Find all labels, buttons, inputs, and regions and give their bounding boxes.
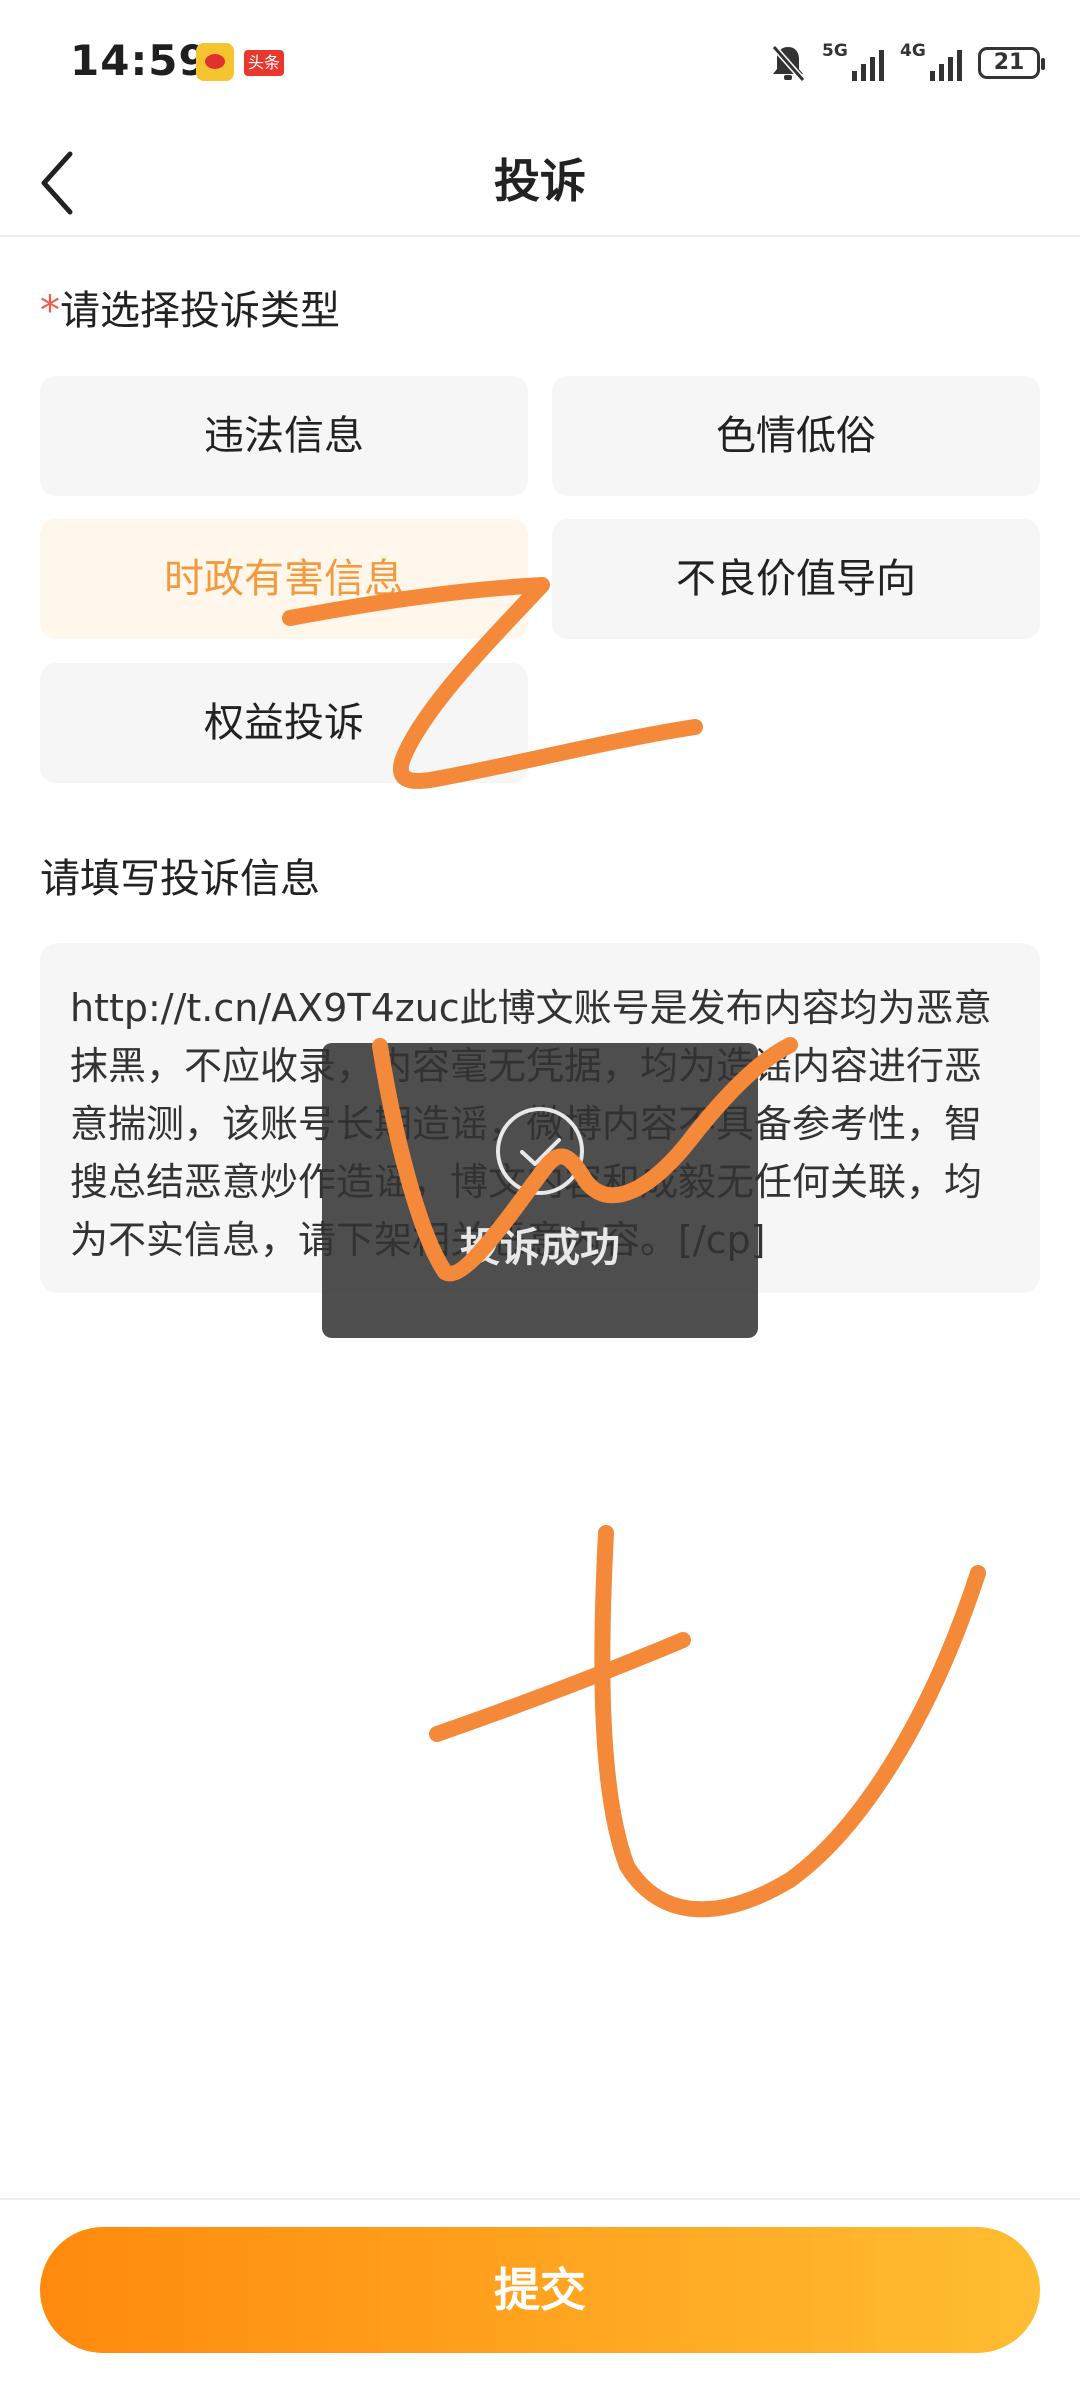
doodle-t-hook bbox=[594, 1525, 986, 1918]
status-bar: 14:59 头条 5G 4G 21 bbox=[0, 0, 1080, 125]
type-option-rights[interactable]: 权益投诉 bbox=[40, 663, 528, 783]
toutiao-app-icon: 头条 bbox=[244, 50, 284, 76]
status-time: 14:59 bbox=[70, 36, 209, 85]
weibo-app-icon bbox=[196, 43, 234, 81]
nav-bar: 投诉 bbox=[0, 125, 1080, 237]
toast-text: 投诉成功 bbox=[460, 1225, 620, 1271]
battery-icon: 21 bbox=[978, 47, 1045, 79]
complaint-type-title: *请选择投诉类型 bbox=[40, 278, 340, 336]
page-title: 投诉 bbox=[494, 154, 586, 208]
bell-off-icon bbox=[770, 43, 806, 83]
type-option-political-harmful[interactable]: 时政有害信息 bbox=[40, 519, 528, 639]
complaint-type-label: 请选择投诉类型 bbox=[60, 288, 340, 334]
bottom-divider bbox=[0, 2198, 1080, 2200]
doodle-t-cross bbox=[429, 1632, 691, 1742]
signal-4g-icon: 4G bbox=[900, 41, 962, 81]
complaint-info-title: 请填写投诉信息 bbox=[40, 856, 320, 902]
signal-5g-icon: 5G bbox=[822, 41, 884, 81]
type-option-bad-values[interactable]: 不良价值导向 bbox=[552, 519, 1040, 639]
network-4g-label: 4G bbox=[900, 41, 926, 61]
required-mark: * bbox=[40, 288, 60, 334]
status-indicators: 5G 4G 21 bbox=[770, 38, 1045, 88]
type-option-illegal[interactable]: 违法信息 bbox=[40, 376, 528, 496]
submit-button[interactable]: 提交 bbox=[40, 2227, 1040, 2353]
check-circle-icon bbox=[494, 1105, 586, 1197]
success-toast: 投诉成功 bbox=[322, 1043, 758, 1338]
type-option-vulgar[interactable]: 色情低俗 bbox=[552, 376, 1040, 496]
network-5g-label: 5G bbox=[822, 41, 848, 61]
